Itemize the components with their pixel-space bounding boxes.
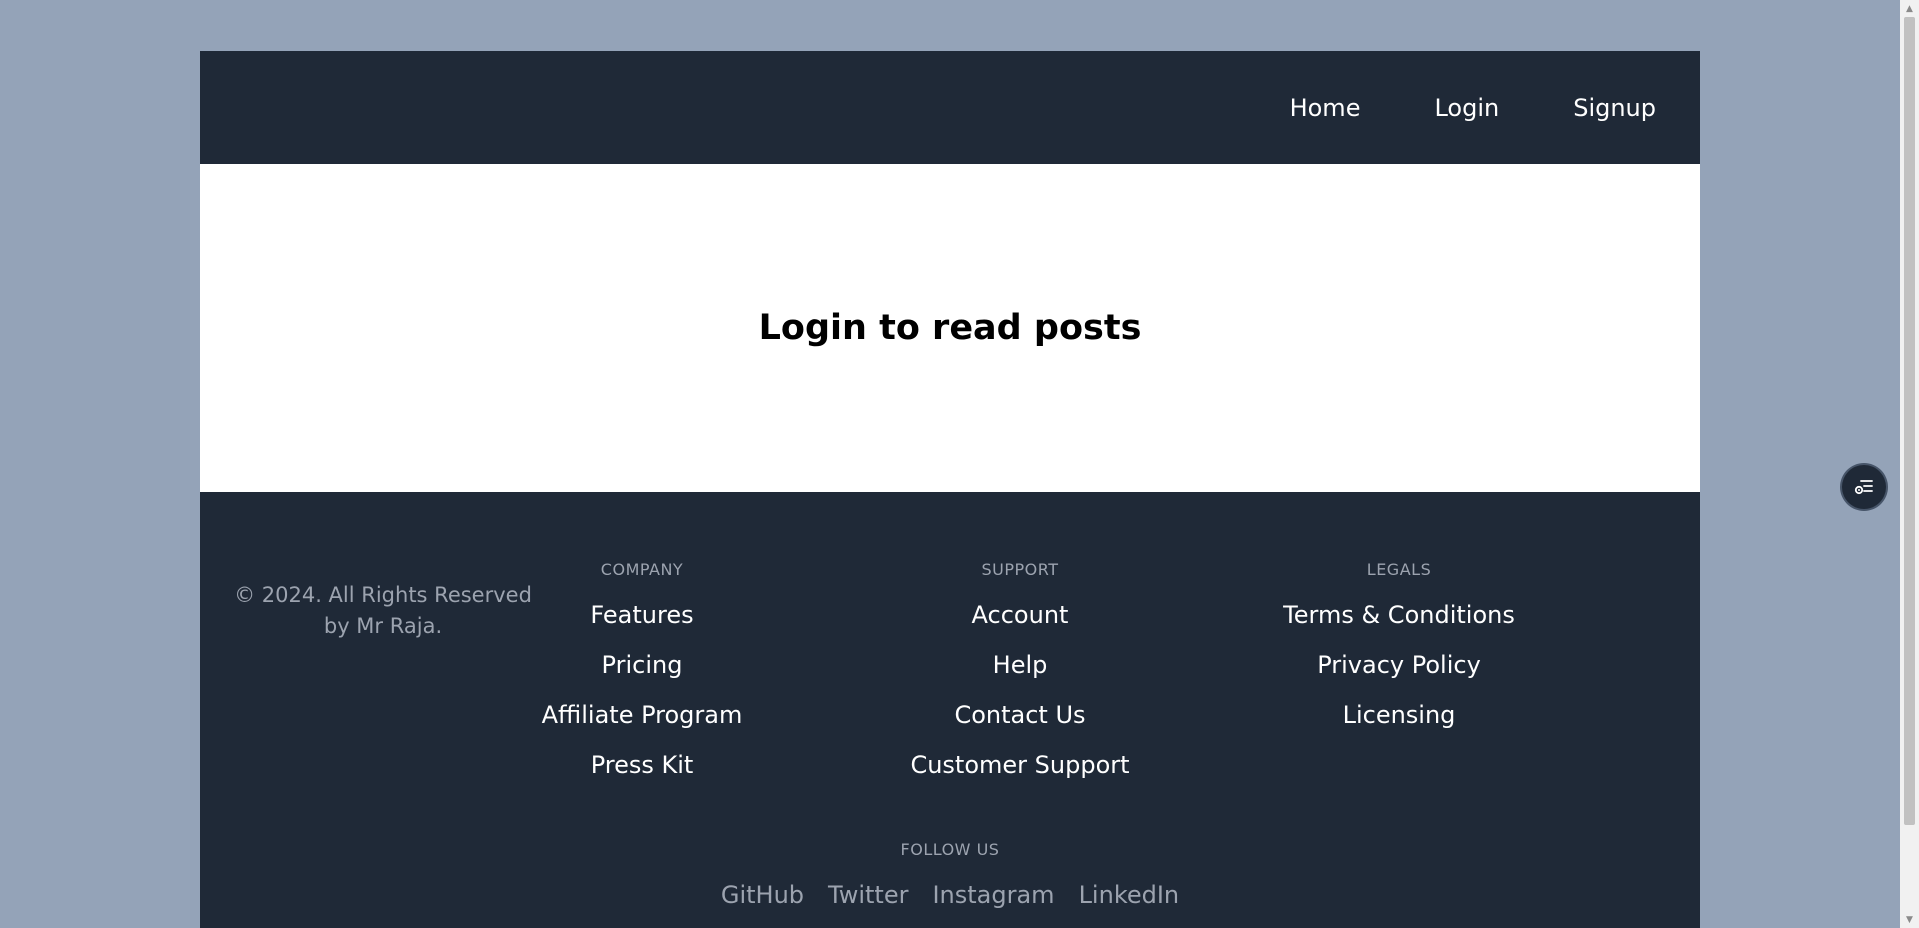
footer-link-press-kit[interactable]: Press Kit	[482, 750, 802, 780]
social-link-github[interactable]: GitHub	[721, 881, 804, 909]
follow-us-heading: FOLLOW US	[900, 840, 1000, 859]
footer-link-affiliate-program[interactable]: Affiliate Program	[482, 700, 802, 730]
footer-link-account[interactable]: Account	[860, 600, 1180, 630]
nav-signup-link[interactable]: Signup	[1573, 94, 1656, 122]
footer-column-support: SUPPORT Account Help Contact Us Customer…	[860, 560, 1180, 800]
footer-link-terms-conditions[interactable]: Terms & Conditions	[1239, 600, 1559, 630]
browser-viewport: Home Login Signup Login to read posts © …	[0, 0, 1900, 928]
nav-login-link[interactable]: Login	[1434, 94, 1499, 122]
footer-link-pricing[interactable]: Pricing	[482, 650, 802, 680]
social-link-twitter[interactable]: Twitter	[828, 881, 908, 909]
footer-heading-legals: LEGALS	[1366, 560, 1432, 579]
scrollbar-thumb[interactable]	[1904, 17, 1915, 825]
footer: © 2024. All Rights Reserved by Mr Raja. …	[200, 492, 1700, 928]
footer-link-customer-support[interactable]: Customer Support	[860, 750, 1180, 780]
vertical-scrollbar[interactable]: ▲ ▼	[1900, 0, 1919, 928]
footer-column-company: COMPANY Features Pricing Affiliate Progr…	[482, 560, 802, 800]
social-links: GitHub Twitter Instagram LinkedIn	[200, 881, 1700, 909]
footer-link-privacy-policy[interactable]: Privacy Policy	[1239, 650, 1559, 680]
scroll-up-arrow-icon[interactable]: ▲	[1900, 0, 1919, 17]
navbar: Home Login Signup	[200, 51, 1700, 164]
social-link-instagram[interactable]: Instagram	[932, 881, 1054, 909]
footer-heading-company: COMPANY	[600, 560, 684, 579]
footer-link-features[interactable]: Features	[482, 600, 802, 630]
scroll-down-arrow-icon[interactable]: ▼	[1900, 911, 1919, 928]
login-prompt-heading: Login to read posts	[758, 308, 1142, 348]
footer-heading-support: SUPPORT	[981, 560, 1059, 579]
footer-link-licensing[interactable]: Licensing	[1239, 700, 1559, 730]
social-link-linkedin[interactable]: LinkedIn	[1079, 881, 1180, 909]
floating-action-button[interactable]	[1842, 465, 1886, 509]
main-content: Login to read posts	[200, 164, 1700, 492]
page-container: Home Login Signup Login to read posts © …	[200, 51, 1700, 928]
footer-link-contact-us[interactable]: Contact Us	[860, 700, 1180, 730]
footer-link-help[interactable]: Help	[860, 650, 1180, 680]
footer-column-legals: LEGALS Terms & Conditions Privacy Policy…	[1239, 560, 1559, 750]
nav-home-link[interactable]: Home	[1290, 94, 1361, 122]
list-settings-icon	[1854, 480, 1873, 495]
follow-us-section: FOLLOW US GitHub Twitter Instagram Linke…	[200, 840, 1700, 909]
